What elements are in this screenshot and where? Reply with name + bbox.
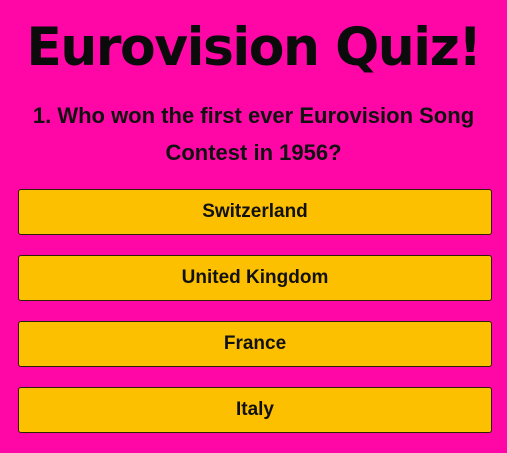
answer-options: Switzerland United Kingdom France Italy [18, 189, 492, 453]
quiz-title: Eurovision Quiz! [26, 17, 482, 78]
answer-italy-button[interactable]: Italy [18, 387, 492, 433]
question-text: 1. Who won the first ever Eurovision Son… [32, 103, 475, 165]
answer-united-kingdom-button[interactable]: United Kingdom [18, 255, 492, 301]
answer-france-button[interactable]: France [18, 321, 492, 367]
quiz-page: Eurovision Quiz! 1. Who won the first ev… [0, 0, 507, 452]
answer-switzerland-button[interactable]: Switzerland [18, 189, 492, 235]
